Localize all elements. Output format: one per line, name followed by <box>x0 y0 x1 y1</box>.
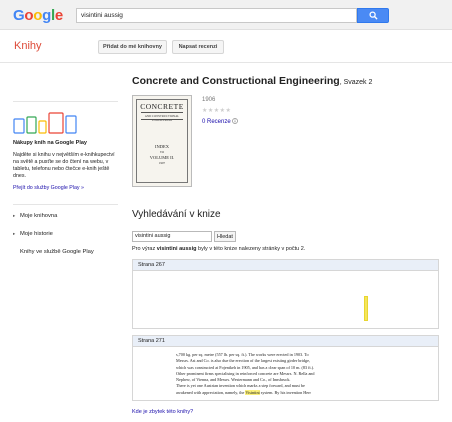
search-result-summary: Pro výraz visintini aussig byly v této k… <box>132 246 305 252</box>
snippet-text: system. By his invention Herr <box>259 389 311 395</box>
sidebar-item-label: Moje knihovna <box>20 213 58 219</box>
search-icon <box>368 11 378 20</box>
sidebar-item-label: Knihy ve službě Google Play <box>20 249 94 255</box>
search-input[interactable]: visintini aussig <box>76 8 357 23</box>
result-page-header[interactable]: Strana 267 <box>133 260 438 271</box>
cover-index: INDEX TO VOLUME II. 1907 <box>138 144 186 166</box>
top-bar: Google visintini aussig <box>0 0 452 30</box>
logo-letter: g <box>42 7 51 24</box>
book-search-button[interactable]: Hledat <box>214 231 236 242</box>
sidebar-item-my-history[interactable]: ▸ Moje historie <box>13 231 53 237</box>
rating-stars: ★★★★★ <box>202 108 232 114</box>
google-logo[interactable]: Google <box>13 7 63 24</box>
product-title[interactable]: Knihy <box>14 40 42 52</box>
sidebar-item-label: Moje historie <box>20 231 53 237</box>
snippet-text: awakened with appreciation, namely, the <box>176 389 246 395</box>
highlighted-term: Visintini <box>245 389 260 395</box>
publication-year: 1906 <box>202 97 216 103</box>
cover-year: 1907 <box>159 160 165 165</box>
result-term: visintini aussig <box>156 246 197 252</box>
devices-icon <box>13 112 77 134</box>
page-snippet: s,700 kg. per sq. metre (557 lb. per sq.… <box>176 352 386 396</box>
book-cover[interactable]: CONCRETE AND CONSTRUCTIONAL ENGINEERING … <box>132 95 192 187</box>
result-prefix: Pro výraz <box>132 246 157 252</box>
result-page[interactable]: Strana 267 <box>132 259 439 329</box>
sub-bar: Knihy Přidat do mé knihovny Napsat recen… <box>0 31 452 63</box>
search-in-book-heading: Vyhledávání v knize <box>132 209 221 220</box>
arrow-right-icon: ▸ <box>13 213 16 218</box>
result-suffix: byly v této knize nalezeny stránky v poč… <box>196 246 306 252</box>
cover-title: CONCRETE <box>140 102 184 111</box>
search-highlight-marker <box>364 296 368 321</box>
write-review-button[interactable]: Napsat recenzi <box>172 40 224 54</box>
play-promo-description: Najděte si knihu v největším e-knihkupec… <box>13 152 115 179</box>
logo-letter: o <box>33 7 43 24</box>
cover-subtitle: AND CONSTRUCTIONAL ENGINEERING <box>144 114 180 122</box>
play-promo-title: Nákupy knih na Google Play <box>13 140 87 146</box>
reviews-link[interactable]: 0 Recenze <box>202 118 239 125</box>
sidebar-divider <box>13 204 118 205</box>
where-is-rest-link[interactable]: Kde je zbytek této knihy? <box>132 409 193 415</box>
play-store-link[interactable]: Přejít do služby Google Play » <box>13 185 84 191</box>
sidebar-divider <box>13 101 118 102</box>
book-volume: , Svazek 2 <box>339 79 373 86</box>
logo-letter: e <box>54 7 63 24</box>
book-title-text: Concrete and Constructional Engineering <box>132 75 340 87</box>
cover-rule <box>141 119 183 120</box>
logo-letter: o <box>24 7 34 24</box>
snippet-line: awakened with appreciation, namely, the … <box>176 389 386 396</box>
search-button[interactable] <box>357 8 389 23</box>
book-title: Concrete and Constructional Engineering,… <box>132 75 372 87</box>
result-page-header[interactable]: Strana 271 <box>133 336 438 347</box>
reviews-text: 0 Recenze <box>202 119 231 125</box>
sidebar-item-my-library[interactable]: ▸ Moje knihovna <box>13 213 57 219</box>
info-icon[interactable] <box>232 118 239 124</box>
arrow-right-icon: ▸ <box>13 231 16 236</box>
logo-letter: G <box>13 7 25 24</box>
sidebar-item-google-play-books[interactable]: Knihy ve službě Google Play <box>13 249 94 255</box>
book-search-input[interactable]: visintini aussig <box>132 231 212 242</box>
add-to-library-button[interactable]: Přidat do mé knihovny <box>98 40 167 54</box>
cover-rule <box>141 112 183 113</box>
